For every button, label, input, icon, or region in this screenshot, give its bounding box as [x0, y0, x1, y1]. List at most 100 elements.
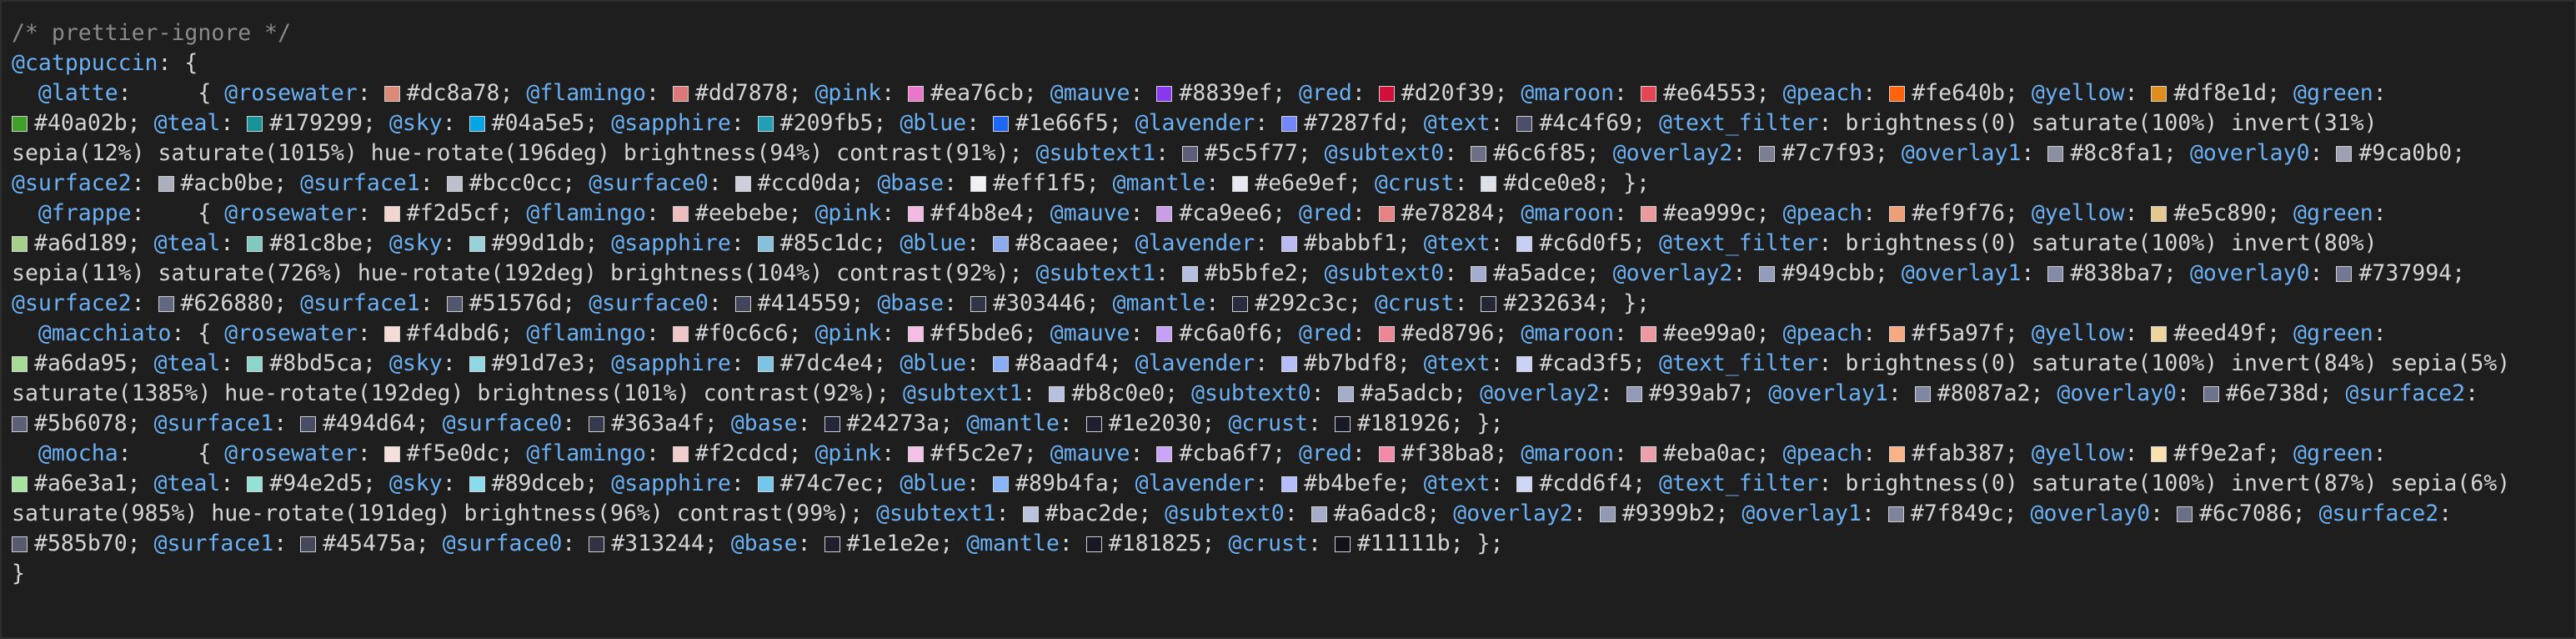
- color-swatch[interactable]: [1182, 146, 1199, 162]
- code-line[interactable]: #a6e3a1; @teal: #94e2d5; @sky: #89dceb; …: [12, 469, 2510, 499]
- color-swatch[interactable]: [757, 476, 774, 492]
- color-swatch[interactable]: [1378, 446, 1395, 462]
- color-swatch[interactable]: [734, 296, 751, 312]
- color-swatch[interactable]: [2151, 446, 2168, 462]
- color-swatch[interactable]: [1889, 206, 1906, 222]
- color-swatch[interactable]: [446, 296, 463, 312]
- color-swatch[interactable]: [1281, 116, 1298, 132]
- color-swatch[interactable]: [1471, 146, 1487, 162]
- color-swatch[interactable]: [300, 416, 317, 432]
- color-swatch[interactable]: [993, 476, 1010, 492]
- color-swatch[interactable]: [12, 356, 28, 372]
- color-swatch[interactable]: [824, 416, 840, 432]
- color-swatch[interactable]: [993, 356, 1010, 372]
- color-swatch[interactable]: [757, 356, 774, 372]
- color-swatch[interactable]: [1516, 116, 1533, 132]
- color-swatch[interactable]: [469, 476, 485, 492]
- code-line[interactable]: #585b70; @surface1: #45475a; @surface0: …: [12, 529, 2510, 559]
- color-swatch[interactable]: [1337, 386, 1354, 402]
- color-swatch[interactable]: [12, 476, 28, 492]
- color-swatch[interactable]: [1914, 386, 1931, 402]
- color-swatch[interactable]: [158, 296, 174, 312]
- color-swatch[interactable]: [247, 236, 263, 252]
- color-swatch[interactable]: [2151, 206, 2168, 222]
- color-swatch[interactable]: [247, 356, 263, 372]
- color-swatch[interactable]: [1232, 176, 1249, 192]
- color-swatch[interactable]: [1156, 206, 1173, 222]
- color-swatch[interactable]: [1640, 86, 1656, 102]
- color-swatch[interactable]: [2151, 86, 2168, 102]
- color-swatch[interactable]: [1759, 146, 1776, 162]
- color-swatch[interactable]: [247, 476, 263, 492]
- color-swatch[interactable]: [589, 536, 605, 552]
- code-line[interactable]: @surface2: #626880; @surface1: #51576d; …: [12, 289, 2510, 319]
- color-swatch[interactable]: [757, 116, 774, 132]
- color-swatch[interactable]: [1182, 266, 1199, 282]
- code-line[interactable]: saturate(1385%) hue-rotate(192deg) brigh…: [12, 379, 2510, 409]
- color-swatch[interactable]: [908, 206, 925, 222]
- color-swatch[interactable]: [1889, 86, 1906, 102]
- color-swatch[interactable]: [908, 326, 925, 342]
- color-swatch[interactable]: [1085, 416, 1102, 432]
- color-swatch[interactable]: [1516, 476, 1533, 492]
- color-swatch[interactable]: [1378, 86, 1395, 102]
- color-swatch[interactable]: [1156, 326, 1173, 342]
- color-swatch[interactable]: [734, 176, 751, 192]
- code-line[interactable]: @surface2: #acb0be; @surface1: #bcc0cc; …: [12, 169, 2510, 199]
- color-swatch[interactable]: [446, 176, 463, 192]
- color-swatch[interactable]: [1378, 326, 1395, 342]
- color-swatch[interactable]: [1759, 266, 1776, 282]
- color-swatch[interactable]: [383, 86, 400, 102]
- code-content[interactable]: /* prettier-ignore */@catppuccin: { @lat…: [12, 18, 2510, 589]
- color-swatch[interactable]: [383, 206, 400, 222]
- color-swatch[interactable]: [1887, 506, 1904, 522]
- color-swatch[interactable]: [247, 116, 263, 132]
- color-swatch[interactable]: [1516, 236, 1533, 252]
- color-swatch[interactable]: [1481, 176, 1497, 192]
- code-line[interactable]: /* prettier-ignore */: [12, 18, 2510, 48]
- code-line[interactable]: #5b6078; @surface1: #494d64; @surface0: …: [12, 409, 2510, 439]
- color-swatch[interactable]: [672, 206, 689, 222]
- color-swatch[interactable]: [469, 236, 485, 252]
- color-swatch[interactable]: [2177, 506, 2193, 522]
- color-swatch[interactable]: [1640, 326, 1656, 342]
- color-swatch[interactable]: [1281, 476, 1298, 492]
- color-swatch[interactable]: [672, 326, 689, 342]
- color-swatch[interactable]: [12, 536, 28, 552]
- color-swatch[interactable]: [2336, 146, 2353, 162]
- color-swatch[interactable]: [757, 236, 774, 252]
- color-swatch[interactable]: [1626, 386, 1642, 402]
- code-line[interactable]: #a6d189; @teal: #81c8be; @sky: #99d1db; …: [12, 229, 2510, 259]
- color-swatch[interactable]: [824, 536, 840, 552]
- color-swatch[interactable]: [1232, 296, 1249, 312]
- color-swatch[interactable]: [970, 176, 987, 192]
- code-line[interactable]: @macchiato: { @rosewater: #f4dbd6; @flam…: [12, 319, 2510, 349]
- color-swatch[interactable]: [1156, 86, 1173, 102]
- color-swatch[interactable]: [993, 236, 1010, 252]
- color-swatch[interactable]: [1889, 326, 1906, 342]
- color-swatch[interactable]: [1085, 536, 1102, 552]
- color-swatch[interactable]: [589, 416, 605, 432]
- color-swatch[interactable]: [1156, 446, 1173, 462]
- color-swatch[interactable]: [158, 176, 174, 192]
- color-swatch[interactable]: [469, 116, 485, 132]
- color-swatch[interactable]: [672, 446, 689, 462]
- color-swatch[interactable]: [1311, 506, 1327, 522]
- color-swatch[interactable]: [1471, 266, 1487, 282]
- color-swatch[interactable]: [1049, 386, 1065, 402]
- color-swatch[interactable]: [1640, 446, 1656, 462]
- color-swatch[interactable]: [970, 296, 987, 312]
- color-swatch[interactable]: [1640, 206, 1656, 222]
- color-swatch[interactable]: [672, 86, 689, 102]
- code-line[interactable]: @mocha: { @rosewater: #f5e0dc; @flamingo…: [12, 439, 2510, 469]
- color-swatch[interactable]: [1281, 236, 1298, 252]
- color-swatch[interactable]: [1334, 416, 1351, 432]
- code-editor[interactable]: /* prettier-ignore */@catppuccin: { @lat…: [0, 0, 2576, 639]
- code-line[interactable]: @catppuccin: {: [12, 48, 2510, 78]
- color-swatch[interactable]: [383, 446, 400, 462]
- color-swatch[interactable]: [469, 356, 485, 372]
- color-swatch[interactable]: [12, 416, 28, 432]
- color-swatch[interactable]: [2047, 266, 2064, 282]
- code-line[interactable]: }: [12, 559, 2510, 589]
- code-line[interactable]: #a6da95; @teal: #8bd5ca; @sky: #91d7e3; …: [12, 349, 2510, 379]
